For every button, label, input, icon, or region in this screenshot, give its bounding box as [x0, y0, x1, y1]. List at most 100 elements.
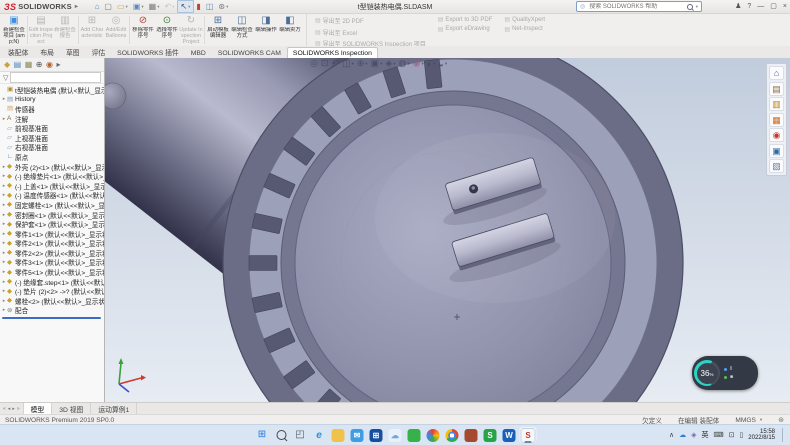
tab-mbd[interactable]: MBD [185, 47, 212, 58]
green-app-icon[interactable] [406, 427, 423, 443]
edit-inspection-project-button[interactable]: ▤Edit Inspection Project [29, 14, 53, 46]
display-style-icon[interactable]: ◈▾ [385, 58, 395, 69]
tree-item[interactable]: ▸◆(-) 温度传感器<1> (默认<<默认>_ [0, 191, 104, 201]
stop-button[interactable]: ■ [724, 375, 733, 380]
qualityxpert[interactable]: ▤QualityXpert [504, 16, 545, 23]
section-view-icon[interactable]: ◫▾ [342, 58, 354, 69]
zoom-area-icon[interactable]: ⊡ [321, 58, 329, 69]
net-inspect[interactable]: ▤Net-Inspect [504, 26, 545, 33]
show-desktop-button[interactable] [782, 428, 786, 442]
task-view-button[interactable]: ◰ [292, 427, 309, 443]
wps-icon[interactable]: S [482, 427, 499, 443]
tab-装配体[interactable]: 装配体 [2, 44, 34, 58]
select-balloons-button[interactable]: ⊙选择零件序号 [155, 14, 179, 46]
tree-item[interactable]: ▸◆密封圈<1> (默认<<默认>_显示状 [0, 210, 104, 220]
edit-methods-button[interactable]: ◫编辑检查方式 [230, 14, 254, 46]
tree-item[interactable]: ▱右视基准面 [0, 143, 104, 153]
configurationmanager-tab-icon[interactable]: ▦ [25, 59, 33, 70]
edit-operations-button[interactable]: ◨编辑操作 [254, 14, 278, 46]
new-document-icon[interactable]: ▢ [102, 1, 115, 12]
launch-template-editor-button[interactable]: ⊞启动模板编辑器 [206, 14, 230, 46]
undo-icon[interactable]: ↶▾ [162, 1, 177, 12]
featuremanager-tab-icon[interactable]: ◆ [4, 59, 10, 70]
home-icon[interactable]: ⌂ [92, 1, 102, 12]
file-explorer-pane-icon[interactable]: ▥ [769, 97, 784, 111]
edge-icon[interactable]: e [311, 427, 328, 443]
tree-item[interactable]: ▸◆螺栓<2> (默认<<默认>_显示状态 [0, 296, 104, 306]
status-options-icon[interactable]: ⊛ [778, 416, 784, 424]
tree-item[interactable]: ▤传感器 [0, 104, 104, 114]
unit-caret-icon[interactable]: ▾ [760, 417, 762, 423]
flyout-arrow-icon[interactable]: ▸ [75, 3, 78, 10]
forum-icon[interactable]: ▧ [769, 159, 784, 173]
tab-布局[interactable]: 布局 [34, 44, 60, 58]
tree-item[interactable]: ▸◆(-) 绝缘垫片<1> (默认<<默认>_显 [0, 171, 104, 181]
close-icon[interactable]: × [783, 0, 787, 13]
export-excel[interactable]: ▤导出至 Excel [315, 28, 426, 37]
onedrive-tray-icon[interactable]: ☁ [679, 431, 686, 439]
tab-评估[interactable]: 评估 [86, 44, 112, 58]
filter-funnel-icon[interactable]: ▽ [3, 74, 8, 82]
battery-tray-icon[interactable]: ▯ [739, 431, 743, 439]
recorder-widget[interactable]: 36 % ‖■ [692, 356, 758, 390]
add-edit-balloons-button[interactable]: ◎Add/Edit Balloons [104, 14, 128, 46]
open-icon[interactable]: ▭▾ [114, 1, 130, 12]
restore-icon[interactable]: ▢ [770, 0, 777, 13]
search-icon[interactable] [687, 4, 693, 10]
tab-overflow-icon[interactable]: ▸ [56, 59, 60, 70]
red-app-icon[interactable] [463, 427, 480, 443]
tree-item[interactable]: ▸◆零件2<2> (默认<<默认>_显示状 [0, 248, 104, 258]
chrome-icon[interactable] [444, 427, 461, 443]
word-icon[interactable]: W [501, 427, 518, 443]
view-palette-icon[interactable]: ▦ [769, 113, 784, 127]
graphics-area[interactable]: ◎⊡↶◫▾⊕▾▣▾◈▾◍▾◉▾◐▾◒▾ ⌂▤▥▦◉▣▧ 36 % ‖■ [105, 58, 790, 402]
export-3d-pdf[interactable]: ▤Export to 3D PDF [438, 16, 493, 23]
tree-item[interactable]: ▱前视基准面 [0, 123, 104, 133]
propertymanager-tab-icon[interactable]: ▤ [14, 59, 22, 70]
tab-nav-icon[interactable]: ▸ [12, 406, 15, 412]
store-icon[interactable]: ⊞ [368, 427, 385, 443]
tab-nav-icon[interactable]: » [17, 406, 20, 412]
edit-appearance-icon[interactable]: ◉▾ [413, 58, 424, 69]
view-orientation-icon[interactable]: ▣▾ [371, 58, 383, 69]
tree-item[interactable]: ▸◆零件5<1> (默认<<默认>_显示状 [0, 267, 104, 277]
tree-item[interactable]: ▸▤History [0, 95, 104, 105]
appearances-icon[interactable]: ◉ [769, 128, 784, 142]
search-input[interactable] [587, 3, 684, 11]
previous-view-icon[interactable]: ↶ [331, 58, 339, 69]
minimize-icon[interactable]: — [757, 0, 764, 13]
onedrive-icon[interactable]: ☁ [387, 427, 404, 443]
export-edrawing[interactable]: ▤Export eDrawing [438, 26, 493, 33]
tab-nav-icon[interactable]: « [3, 406, 6, 412]
tree-item[interactable]: ▣t型铠装热电偶 (默认<默认_显示状态-1 [0, 85, 104, 95]
edit-vendors-button[interactable]: ◧编辑卖方 [278, 14, 302, 46]
tab-草图[interactable]: 草图 [60, 44, 86, 58]
remove-balloons-button[interactable]: ⊘移除零件序号 [131, 14, 155, 46]
hide-show-items-icon[interactable]: ◍▾ [399, 58, 410, 69]
tree-item[interactable]: ▸◆零件1<1> (默认<<默认>_显示状态 [0, 229, 104, 239]
custom-properties-icon[interactable]: ▣ [769, 144, 784, 158]
start-button[interactable]: ⊞ [254, 427, 271, 443]
filter-input[interactable] [10, 72, 101, 83]
tab-solidworks-cam[interactable]: SOLIDWORKS CAM [212, 47, 287, 58]
ime-icon[interactable]: ⌨ [713, 431, 723, 439]
file-explorer-icon[interactable] [330, 427, 347, 443]
help-search[interactable]: ◎ ▾ [576, 1, 702, 12]
tree-item[interactable]: ▸A注解 [0, 114, 104, 124]
displaymanager-tab-icon[interactable]: ◉ [46, 59, 53, 70]
tray-expand-icon[interactable]: ∧ [669, 431, 674, 439]
new-inspection-project-button[interactable]: ▣新建检查项目 (amp;N) [2, 14, 26, 46]
tree-item[interactable]: ▸◆(-) 上盖<1> (默认<<默认>_显示状 [0, 181, 104, 191]
apply-scene-icon[interactable]: ◐▾ [427, 59, 436, 69]
mail-icon[interactable]: ✉ [349, 427, 366, 443]
zoom-fit-icon[interactable]: ◎ [310, 58, 318, 69]
save-icon[interactable]: ▣▾ [130, 1, 146, 12]
taskbar-clock[interactable]: 15:58 2022/8/15 [748, 429, 775, 442]
select-icon[interactable]: ↖▾ [177, 0, 194, 13]
tree-item[interactable]: ▸◆保护套<1> (默认<<默认>_显示状 [0, 219, 104, 229]
tab-solidworks-插件[interactable]: SOLIDWORKS 插件 [111, 44, 185, 58]
search-button[interactable] [273, 427, 290, 443]
tree-item[interactable]: ▱上视基准面 [0, 133, 104, 143]
tree-item[interactable]: ▸◆(-) 垫片 (2)<2> ->? (默认<<默认 [0, 286, 104, 296]
tree-item[interactable]: ▸◆零件3<1> (默认<<默认>_显示状 [0, 258, 104, 268]
